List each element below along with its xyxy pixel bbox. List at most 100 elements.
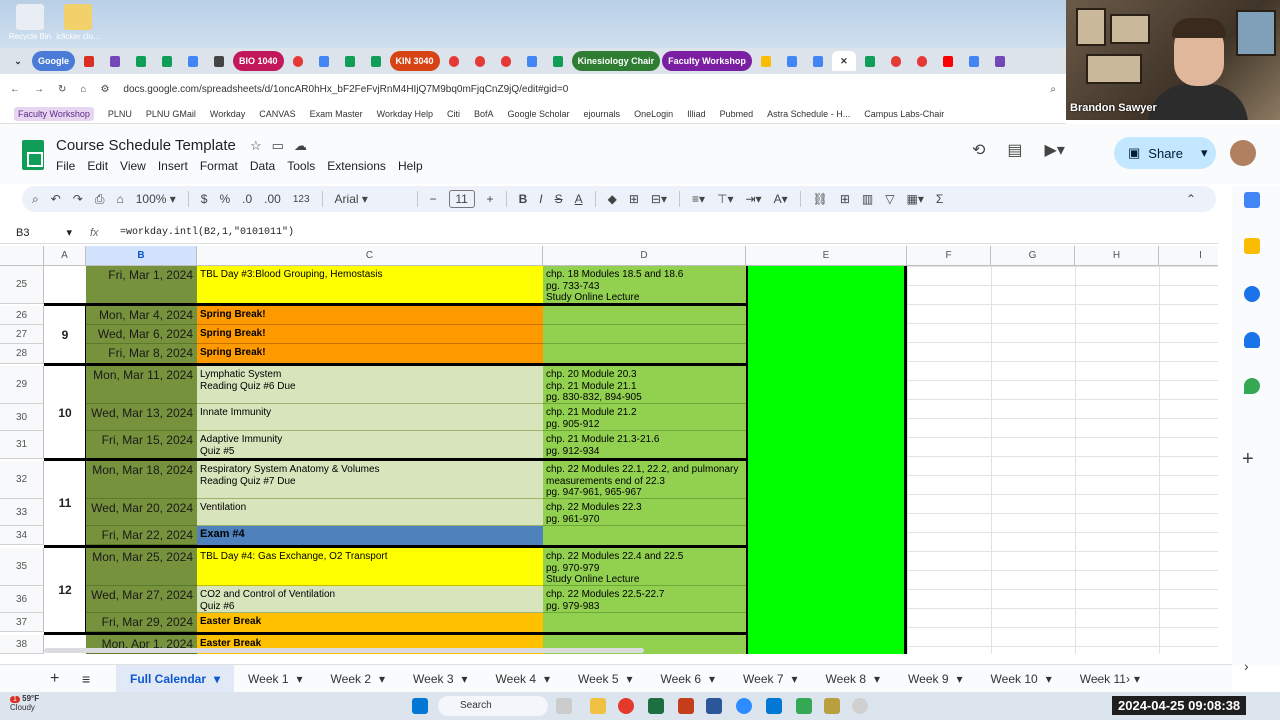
tab-sheets[interactable] xyxy=(155,51,179,71)
reading-cell[interactable]: chp. 21 Module 21.2 pg. 905-912 xyxy=(543,404,746,431)
week-number-cell[interactable]: 9 xyxy=(45,306,86,364)
bookmark-illiad[interactable]: Illiad xyxy=(687,109,706,119)
filter-views-icon[interactable]: ▦▾ xyxy=(906,192,923,206)
strikethrough-icon[interactable]: S xyxy=(555,192,563,206)
date-cell[interactable]: Fri, Mar 22, 2024 xyxy=(86,526,197,545)
tab-docs[interactable] xyxy=(520,51,544,71)
calendar-icon[interactable] xyxy=(1244,192,1260,208)
increase-font-icon[interactable]: + xyxy=(487,192,494,206)
chevron-down-icon[interactable]: ▾ xyxy=(462,672,468,686)
tab-active-close[interactable]: ✕ xyxy=(831,51,856,71)
chevron-down-icon[interactable]: ▾ xyxy=(297,672,303,686)
chevron-down-icon[interactable]: ▾ xyxy=(792,672,798,686)
tab-canvas[interactable] xyxy=(884,51,908,71)
row-header[interactable]: 29 xyxy=(0,366,44,404)
tab-drive[interactable] xyxy=(754,51,778,71)
row-header[interactable]: 31 xyxy=(0,431,44,459)
bookmark-plnu[interactable]: PLNU xyxy=(108,109,132,119)
menu-edit[interactable]: Edit xyxy=(87,159,108,173)
sheet-tab-week-1[interactable]: Week 1 ▾ xyxy=(234,665,317,693)
chevron-down-icon[interactable]: ▾ xyxy=(957,672,963,686)
taskbar-search[interactable]: Search xyxy=(438,696,548,716)
forward-icon[interactable]: → xyxy=(34,84,44,95)
sheets-logo-icon[interactable] xyxy=(22,140,44,170)
tab-youtube[interactable] xyxy=(936,51,960,71)
column-header-d[interactable]: D xyxy=(543,246,746,266)
row-header[interactable]: 37 xyxy=(0,613,44,632)
all-sheets-icon[interactable]: ≡ xyxy=(82,671,90,687)
chevron-down-icon[interactable]: ▾ xyxy=(709,672,715,686)
row-header[interactable]: 26 xyxy=(0,306,44,325)
row-header[interactable]: 33 xyxy=(0,499,44,526)
reading-cell[interactable] xyxy=(543,613,746,632)
date-cell[interactable]: Wed, Mar 6, 2024 xyxy=(86,325,197,344)
topic-cell[interactable]: Spring Break! xyxy=(197,344,543,364)
home-icon[interactable]: ⌂ xyxy=(80,84,86,95)
merge-cells-icon[interactable]: ⊟▾ xyxy=(651,192,667,206)
sheet-tab-week-11[interactable]: Week 11 ▾ xyxy=(1066,665,1154,693)
tab-canvas[interactable] xyxy=(494,51,518,71)
date-cell[interactable]: Fri, Mar 29, 2024 xyxy=(86,613,197,632)
tab-canvas[interactable] xyxy=(286,51,310,71)
row-header[interactable]: 27 xyxy=(0,325,44,344)
menu-insert[interactable]: Insert xyxy=(158,159,188,173)
date-cell[interactable]: Mon, Mar 18, 2024 xyxy=(86,461,197,499)
column-header-f[interactable]: F xyxy=(907,246,991,266)
reading-cell[interactable] xyxy=(543,306,746,325)
contacts-icon[interactable] xyxy=(1244,332,1260,348)
tab-sheets[interactable] xyxy=(858,51,882,71)
reading-cell[interactable]: chp. 22 Modules 22.5-22.7 pg. 979-983 xyxy=(543,586,746,613)
scroll-tabs-right-icon[interactable]: › xyxy=(1126,672,1130,686)
topic-cell[interactable]: Spring Break! xyxy=(197,325,543,344)
version-history-icon[interactable]: ⟲ xyxy=(972,140,985,160)
topic-cell[interactable]: TBL Day #3:Blood Grouping, Hemostasis xyxy=(197,266,543,304)
sheet-tab-week-6[interactable]: Week 6 ▾ xyxy=(647,665,730,693)
url-field[interactable]: docs.google.com/spreadsheets/d/1oncAR0hH… xyxy=(123,84,568,95)
column-header-a[interactable]: A xyxy=(44,246,86,266)
horizontal-align-icon[interactable]: ≡▾ xyxy=(692,192,705,206)
horizontal-scrollbar[interactable] xyxy=(44,648,644,653)
tab-group-faculty-workshop[interactable]: Faculty Workshop xyxy=(662,51,752,71)
column-header-c[interactable]: C xyxy=(197,246,543,266)
bookmark-google-scholar[interactable]: Google Scholar xyxy=(507,109,569,119)
reload-icon[interactable]: ↻ xyxy=(58,84,66,95)
column-header-b[interactable]: B xyxy=(86,246,197,266)
add-sheet-icon[interactable]: + xyxy=(50,670,59,688)
tab-forms[interactable] xyxy=(103,51,127,71)
topic-cell[interactable]: CO2 and Control of Ventilation Quiz #6 xyxy=(197,586,543,613)
bookmark-plnu-gmail[interactable]: PLNU GMail xyxy=(146,109,196,119)
topic-cell[interactable]: Respiratory System Anatomy & Volumes Rea… xyxy=(197,461,543,499)
reading-cell[interactable]: chp. 18 Modules 18.5 and 18.6 pg. 733-74… xyxy=(543,266,746,304)
tab-docs[interactable] xyxy=(312,51,336,71)
filter-icon[interactable]: ▽ xyxy=(885,192,894,206)
insert-chart-icon[interactable]: ▥ xyxy=(862,192,873,206)
italic-icon[interactable]: I xyxy=(539,192,542,206)
chevron-down-icon[interactable]: ▾ xyxy=(1201,145,1208,161)
bookmark-folder-faculty-workshop[interactable]: Faculty Workshop xyxy=(14,106,94,121)
scroll-tabs-left-icon[interactable]: ‹ xyxy=(1096,672,1100,686)
word-icon[interactable] xyxy=(706,698,722,714)
text-wrapping-icon[interactable]: ⇥▾ xyxy=(746,192,762,206)
row-header[interactable]: 35 xyxy=(0,548,44,586)
site-info-icon[interactable]: ⚙ xyxy=(100,84,109,95)
taskbar-clock[interactable]: 2024-04-25 09:08:38 xyxy=(1112,696,1247,715)
sheet-tab-week-5[interactable]: Week 5 ▾ xyxy=(564,665,647,693)
document-title[interactable]: Course Schedule Template xyxy=(56,137,236,154)
sheet-tab-week-7[interactable]: Week 7 ▾ xyxy=(729,665,812,693)
zoom-icon[interactable] xyxy=(736,698,752,714)
topic-cell[interactable]: TBL Day #4: Gas Exchange, O2 Transport xyxy=(197,548,543,586)
star-icon[interactable]: ☆ xyxy=(250,138,262,154)
row-header[interactable]: 25 xyxy=(0,266,44,304)
zoom-magnifier-icon[interactable]: ⌕ xyxy=(1050,84,1056,95)
tab-sheets[interactable] xyxy=(364,51,388,71)
chevron-down-icon[interactable]: ▾ xyxy=(379,672,385,686)
menu-format[interactable]: Format xyxy=(200,159,238,173)
move-folder-icon[interactable]: ▭ xyxy=(272,138,284,154)
number-format-button[interactable]: 123 xyxy=(293,194,310,205)
vertical-align-icon[interactable]: ⊤▾ xyxy=(717,192,733,206)
date-cell[interactable]: Fri, Mar 15, 2024 xyxy=(86,431,197,459)
tab-forms[interactable] xyxy=(988,51,1012,71)
insert-link-icon[interactable]: ⛓ xyxy=(813,192,828,206)
collapse-toolbar-icon[interactable]: ⌃ xyxy=(1186,192,1196,206)
bookmark-exam-master[interactable]: Exam Master xyxy=(310,109,363,119)
